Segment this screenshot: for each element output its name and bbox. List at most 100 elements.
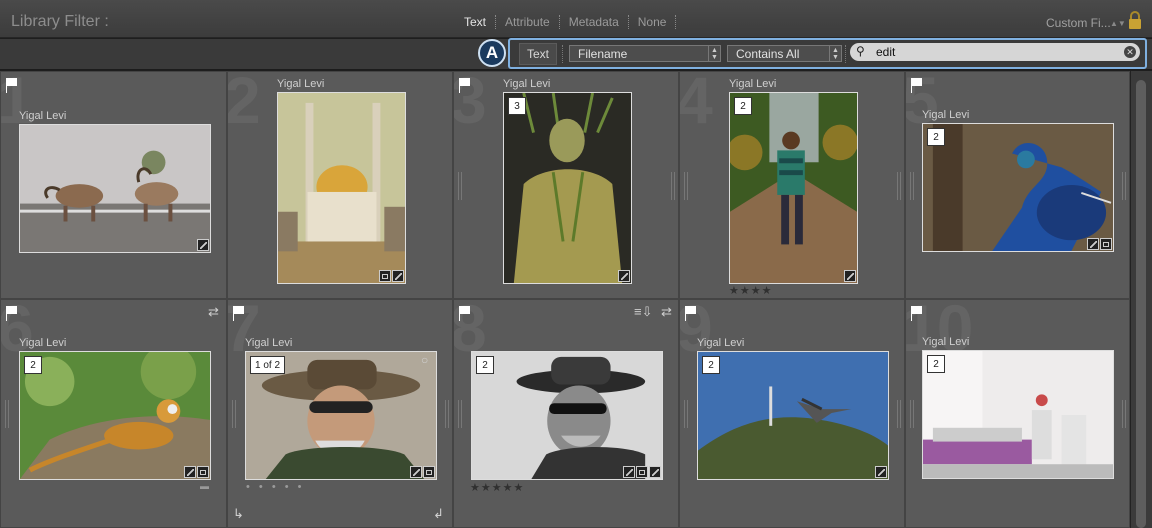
stack-collapse-right-icon[interactable]: ↲ <box>433 506 444 522</box>
photo-thumbnail[interactable]: 2 <box>729 92 858 284</box>
flag-icon[interactable] <box>6 306 18 321</box>
photo-thumbnail[interactable]: 2 <box>19 351 211 480</box>
grid-cell[interactable]: 4 Yigal Levi 2 ★★★★ <box>679 71 905 299</box>
stack-grip[interactable] <box>5 400 9 428</box>
sync-icon[interactable]: ⇄ <box>208 304 219 320</box>
crop-icon[interactable] <box>636 466 648 478</box>
develop-edit-icon[interactable] <box>844 270 856 282</box>
lock-icon[interactable] <box>1127 10 1143 30</box>
tab-text[interactable]: Text <box>455 15 495 29</box>
crop-icon[interactable] <box>197 466 209 478</box>
search-input[interactable]: ⚲ edit ✕ <box>850 43 1140 61</box>
star-rating[interactable]: • • • • • <box>246 481 304 493</box>
stack-grip[interactable] <box>458 400 462 428</box>
develop-edit-icon[interactable] <box>649 466 661 478</box>
grid-cell[interactable]: 5 Yigal Levi 2 <box>905 71 1130 299</box>
stack-grip[interactable] <box>897 172 901 200</box>
stack-count-badge[interactable]: 2 <box>927 355 945 373</box>
stack-grip[interactable] <box>1122 172 1126 200</box>
author-label: Yigal Levi <box>729 78 777 90</box>
comment-icon[interactable]: ▬ <box>200 481 209 491</box>
stack-grip[interactable] <box>910 400 914 428</box>
flag-icon[interactable] <box>911 306 923 321</box>
stack-grip[interactable] <box>458 172 462 200</box>
quick-collection-icon[interactable]: ○ <box>421 353 428 367</box>
stack-count-badge[interactable]: 2 <box>24 356 42 374</box>
author-label: Yigal Levi <box>697 337 745 349</box>
develop-edit-icon[interactable] <box>184 466 196 478</box>
grid-cell[interactable]: 3 Yigal Levi 3 <box>453 71 679 299</box>
stack-grip[interactable] <box>232 400 236 428</box>
develop-edit-icon[interactable] <box>618 270 630 282</box>
crop-icon[interactable] <box>423 466 435 478</box>
photo-thumbnail[interactable]: 3 <box>503 92 632 284</box>
photo-thumbnail[interactable]: 1 of 2 <box>245 351 437 480</box>
callout-badge: A <box>478 39 506 67</box>
star-rating[interactable]: ★★★★ <box>729 284 772 297</box>
stack-grip[interactable] <box>445 400 449 428</box>
metadata-icon[interactable]: ≡⇩ <box>634 304 652 320</box>
crop-icon[interactable] <box>379 270 391 282</box>
grid-cell[interactable]: 10 Yigal Levi 2 <box>905 299 1130 528</box>
photo-thumbnail[interactable]: 2 <box>922 123 1114 252</box>
photo-thumbnail[interactable]: 2 <box>471 351 663 480</box>
flag-icon[interactable] <box>459 78 471 93</box>
stack-collapse-left-icon[interactable]: ↳ <box>233 506 244 522</box>
grid-cell[interactable]: 1 Yigal Levi <box>0 71 227 299</box>
stack-count-badge[interactable]: 1 of 2 <box>250 356 286 374</box>
search-icon[interactable]: ⚲ <box>856 44 865 58</box>
photo-grid: 1 Yigal Levi 2 Yigal Levi 3 Yigal Levi 3… <box>0 71 1130 528</box>
photo-thumbnail[interactable] <box>277 92 406 284</box>
photo-thumbnail[interactable]: 2 <box>697 351 889 480</box>
grid-cell[interactable]: 8 ≡⇩ ⇄ 2 ★★★★★ <box>453 299 679 528</box>
develop-edit-icon[interactable] <box>410 466 422 478</box>
badge-group <box>1087 238 1112 250</box>
stack-grip[interactable] <box>1122 400 1126 428</box>
text-filter-label: Text <box>519 43 557 65</box>
grid-cell[interactable]: 2 Yigal Levi <box>227 71 453 299</box>
stack-grip[interactable] <box>684 400 688 428</box>
develop-edit-icon[interactable] <box>392 270 404 282</box>
flag-icon[interactable] <box>911 78 923 93</box>
star-rating[interactable]: ★★★★★ <box>470 481 524 494</box>
develop-edit-icon[interactable] <box>623 466 635 478</box>
flag-icon[interactable] <box>233 306 245 321</box>
library-filter-bar: Library Filter : Text Attribute Metadata… <box>0 0 1152 38</box>
grid-cell[interactable]: 9 Yigal Levi 2 <box>679 299 905 528</box>
cell-index: 2 <box>227 71 261 137</box>
photo-thumbnail[interactable]: 2 <box>922 350 1114 479</box>
stack-grip[interactable] <box>684 172 688 200</box>
develop-edit-icon[interactable] <box>197 239 209 251</box>
stack-grip[interactable] <box>910 172 914 200</box>
grid-cell[interactable]: 6 ⇄ Yigal Levi 2 ▬ <box>0 299 227 528</box>
develop-edit-icon[interactable] <box>1087 238 1099 250</box>
custom-filter-preset[interactable]: Custom Fi... <box>1046 16 1111 30</box>
stack-count-badge[interactable]: 2 <box>927 128 945 146</box>
flag-icon[interactable] <box>685 306 697 321</box>
search-value: edit <box>876 45 896 59</box>
tab-attribute[interactable]: Attribute <box>496 15 559 29</box>
sync-icon[interactable]: ⇄ <box>661 304 672 320</box>
flag-icon[interactable] <box>6 78 18 93</box>
stack-count-badge[interactable]: 2 <box>702 356 720 374</box>
stack-grip[interactable] <box>897 400 901 428</box>
flag-icon[interactable] <box>459 306 471 321</box>
tab-none[interactable]: None <box>629 15 676 29</box>
cell-index: 4 <box>679 71 713 137</box>
field-select[interactable]: Filename ▲ ▼ <box>569 45 721 62</box>
stack-grip[interactable] <box>671 172 675 200</box>
develop-edit-icon[interactable] <box>875 466 887 478</box>
tab-metadata[interactable]: Metadata <box>560 15 628 29</box>
stack-count-badge[interactable]: 2 <box>476 356 494 374</box>
author-label: Yigal Levi <box>277 78 325 90</box>
author-label: Yigal Levi <box>922 109 970 121</box>
crop-icon[interactable] <box>1100 238 1112 250</box>
rule-select[interactable]: Contains All ▲ ▼ <box>727 45 842 62</box>
stack-count-badge[interactable]: 2 <box>734 97 752 115</box>
photo-thumbnail[interactable] <box>19 124 211 253</box>
stack-count-badge[interactable]: 3 <box>508 97 526 115</box>
grid-cell[interactable]: 7 Yigal Levi 1 of 2 ○ • • • • • ↳ ↲ <box>227 299 453 528</box>
chevron-down-icon[interactable]: ▲▼ <box>1110 19 1126 28</box>
clear-icon[interactable]: ✕ <box>1124 46 1136 58</box>
scrollbar-thumb[interactable] <box>1136 80 1146 528</box>
